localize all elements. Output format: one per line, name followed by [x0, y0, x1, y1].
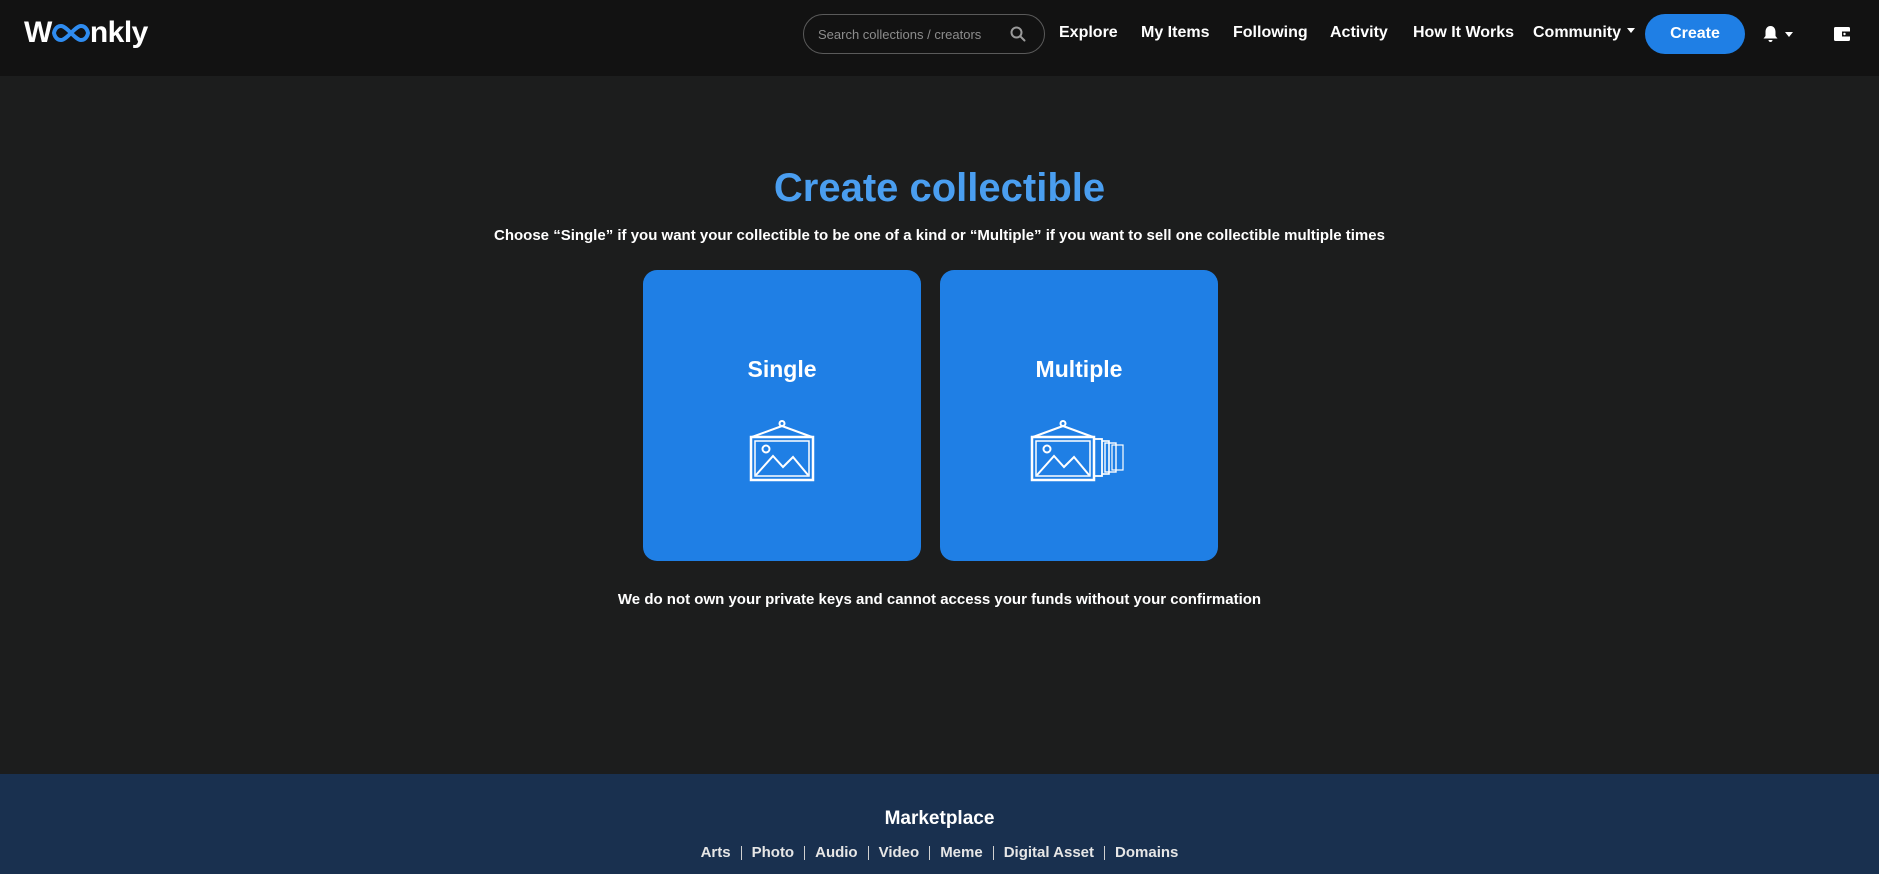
footer-link-audio[interactable]: Audio — [805, 844, 868, 861]
footer-link-digital-asset[interactable]: Digital Asset — [994, 844, 1104, 861]
logo-text-end: nkly — [89, 16, 149, 49]
nav-activity[interactable]: Activity — [1330, 24, 1388, 42]
framed-picture-icon — [749, 420, 815, 482]
nav-community[interactable]: Community — [1533, 24, 1635, 42]
chevron-down-icon — [1785, 31, 1793, 37]
logo-text-start: W — [24, 16, 52, 49]
search-box — [803, 14, 1045, 54]
search-input[interactable] — [818, 26, 1008, 42]
search-icon[interactable] — [1010, 26, 1026, 42]
footer-links: Arts Photo Audio Video Meme Digital Asse… — [0, 844, 1879, 861]
footer-link-meme[interactable]: Meme — [930, 844, 993, 861]
nav-how-it-works[interactable]: How It Works — [1413, 24, 1514, 42]
footer-link-domains[interactable]: Domains — [1105, 844, 1188, 861]
footer-link-arts[interactable]: Arts — [691, 844, 741, 861]
multiple-card-label: Multiple — [1035, 356, 1123, 382]
nav-explore[interactable]: Explore — [1059, 24, 1118, 42]
page-title: Create collectible — [773, 166, 1106, 210]
multiple-collectible-card[interactable]: Multiple — [940, 270, 1218, 561]
brand-logo[interactable]: W nkly — [24, 16, 148, 50]
infinity-logo-icon — [51, 24, 90, 42]
footer-link-video[interactable]: Video — [869, 844, 930, 861]
single-collectible-card[interactable]: Single — [643, 270, 921, 561]
stacked-pictures-icon — [1030, 420, 1124, 482]
wallet-icon — [1834, 27, 1850, 41]
notifications-dropdown[interactable] — [1762, 25, 1793, 43]
footer-link-photo[interactable]: Photo — [742, 844, 805, 861]
footer-marketplace-title: Marketplace — [884, 808, 995, 829]
chevron-down-icon — [1627, 28, 1635, 34]
top-navbar: W nkly Explore My Items Following Activi… — [0, 0, 1879, 76]
create-button[interactable]: Create — [1645, 14, 1745, 54]
nav-following[interactable]: Following — [1233, 24, 1308, 42]
single-card-label: Single — [747, 356, 817, 382]
bell-icon — [1763, 26, 1778, 42]
nav-my-items[interactable]: My Items — [1141, 24, 1209, 42]
page-subtitle: Choose “Single” if you want your collect… — [494, 227, 1385, 244]
private-keys-notice: We do not own your private keys and cann… — [617, 591, 1262, 608]
footer: Marketplace Arts Photo Audio Video Meme … — [0, 774, 1879, 874]
wallet-button[interactable] — [1833, 25, 1851, 47]
nav-community-label: Community — [1533, 24, 1621, 41]
